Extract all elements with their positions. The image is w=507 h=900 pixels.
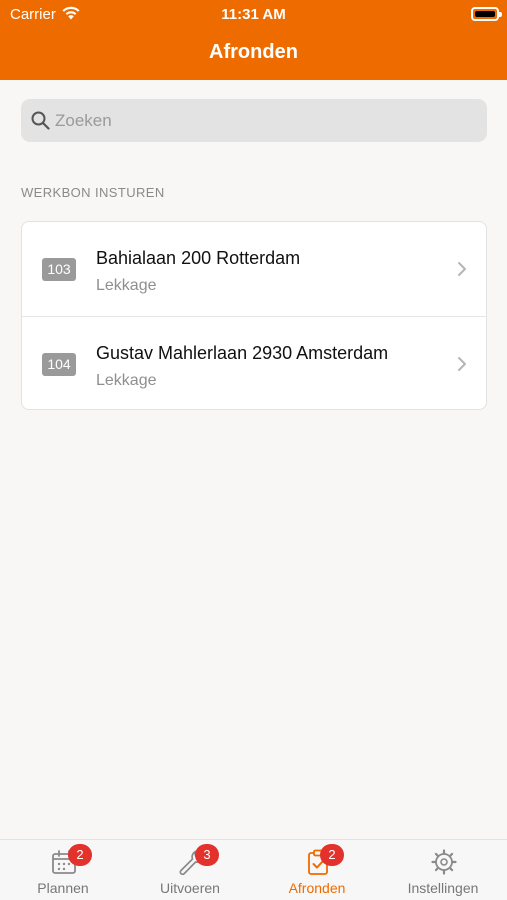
search-input[interactable]: [55, 99, 475, 142]
battery-icon: [471, 7, 502, 21]
chevron-right-icon: [458, 262, 466, 276]
page-title: Afronden: [209, 41, 298, 63]
work-order-number: 104: [42, 353, 76, 376]
status-time: 11:31 AM: [221, 6, 286, 23]
tab-instellingen[interactable]: Instellingen: [380, 840, 506, 900]
work-order-type: Lekkage: [96, 277, 157, 294]
status-bar: Carrier 11:31 AM: [0, 0, 507, 28]
work-order-address: Bahialaan 200 Rotterdam: [96, 248, 301, 268]
tab-label: Uitvoeren: [160, 880, 220, 896]
notification-badge: 2: [320, 844, 344, 866]
work-order-number: 103: [42, 258, 76, 281]
search-icon: [31, 111, 50, 130]
chevron-right-icon: [458, 357, 466, 371]
tab-afronden[interactable]: 2 Afronden: [254, 840, 380, 900]
gear-icon: [431, 849, 457, 875]
work-order-list: 103 Bahialaan 200 Rotterdam Lekkage 104 …: [21, 221, 487, 410]
tab-label: Instellingen: [407, 880, 479, 896]
list-item[interactable]: 104 Gustav Mahlerlaan 2930 Amsterdam Lek…: [22, 316, 486, 409]
tab-bar: 2 Plannen 3 Uitvoeren 2 Afronden Instell…: [0, 839, 507, 900]
work-order-type: Lekkage: [96, 372, 157, 389]
section-header: WERKBON INSTUREN: [21, 185, 165, 200]
search-bar[interactable]: [21, 99, 487, 142]
navigation-header: Carrier 11:31 AM Afronden: [0, 0, 507, 80]
work-order-address: Gustav Mahlerlaan 2930 Amsterdam: [96, 343, 389, 363]
tab-label: Plannen: [37, 880, 89, 896]
list-item[interactable]: 103 Bahialaan 200 Rotterdam Lekkage: [22, 222, 486, 316]
tab-label: Afronden: [288, 880, 346, 896]
notification-badge: 3: [195, 844, 219, 866]
notification-badge: 2: [68, 844, 92, 866]
tab-plannen[interactable]: 2 Plannen: [0, 840, 126, 900]
tab-uitvoeren[interactable]: 3 Uitvoeren: [127, 840, 253, 900]
